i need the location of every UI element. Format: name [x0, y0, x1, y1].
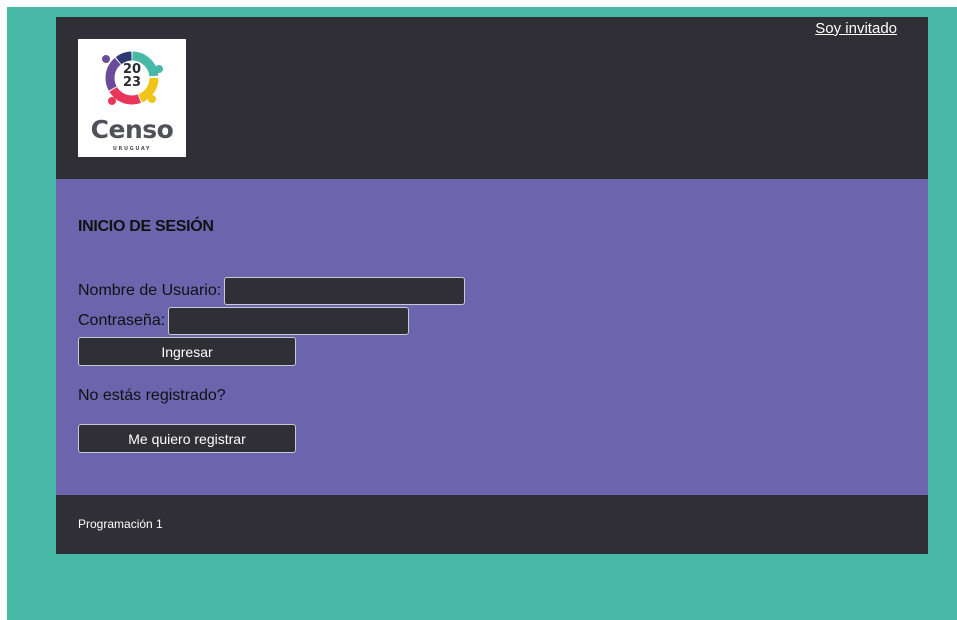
login-title: INICIO DE SESIÓN — [78, 218, 214, 235]
register-button[interactable]: Me quiero registrar — [78, 424, 296, 453]
login-button[interactable]: Ingresar — [78, 337, 296, 366]
login-section: INICIO DE SESIÓN Nombre de Usuario: Cont… — [56, 179, 928, 495]
page-container: Soy invitado 20 23 Censo URUGUAY INICIO … — [56, 17, 928, 554]
password-label: Contraseña: — [78, 312, 166, 329]
logo-wordmark: Censo — [90, 115, 174, 144]
site-footer: Programación 1 — [56, 495, 928, 554]
site-header: Soy invitado 20 23 Censo URUGUAY — [56, 17, 928, 179]
guest-link[interactable]: Soy invitado — [815, 20, 897, 37]
username-row: Nombre de Usuario: — [78, 277, 466, 305]
register-prompt: No estás registrado? — [78, 387, 226, 404]
password-input[interactable] — [168, 307, 410, 335]
viewport-background: Soy invitado 20 23 Censo URUGUAY INICIO … — [7, 7, 957, 620]
logo-country: URUGUAY — [112, 146, 152, 152]
logo-year-bottom: 23 — [122, 75, 142, 90]
footer-text: Programación 1 — [78, 517, 163, 531]
username-input[interactable] — [224, 277, 466, 305]
password-row: Contraseña: — [78, 307, 410, 335]
username-label: Nombre de Usuario: — [78, 282, 222, 299]
censo-logo: 20 23 Censo URUGUAY — [78, 39, 186, 157]
